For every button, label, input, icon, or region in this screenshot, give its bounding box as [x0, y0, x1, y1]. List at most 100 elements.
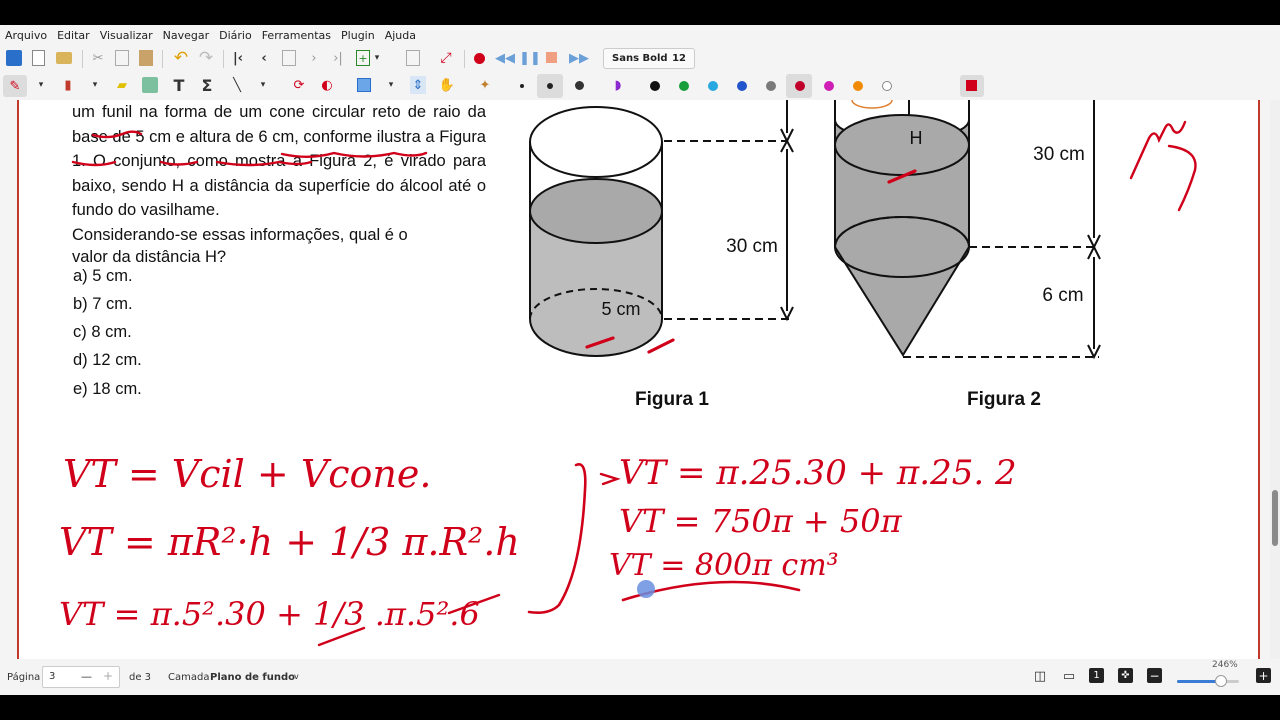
zoom-slider[interactable]: [1177, 675, 1239, 687]
color-swatch-5[interactable]: [795, 81, 805, 91]
decrement-page-icon[interactable]: —: [81, 670, 92, 683]
shape-chevron-icon[interactable]: ▾: [258, 77, 268, 93]
menu-navegar[interactable]: Navegar: [158, 29, 215, 42]
page-number-field[interactable]: 3 — +: [42, 666, 120, 688]
presentation-icon[interactable]: ▭: [1060, 669, 1078, 684]
mark-radius-1: [585, 336, 615, 349]
vertical-scrollbar[interactable]: [1270, 100, 1280, 683]
add-page-icon[interactable]: +: [356, 50, 370, 66]
menu-diario[interactable]: Diário: [214, 29, 257, 42]
color-swatch-0[interactable]: [650, 81, 660, 91]
mark-h: [887, 169, 917, 184]
hw-line5: VT = 750π + 50π: [619, 502, 903, 540]
save-icon[interactable]: [6, 50, 22, 66]
redo-icon[interactable]: ↷: [197, 48, 215, 68]
color-swatch-2[interactable]: [708, 81, 718, 91]
increment-page-icon[interactable]: +: [103, 669, 113, 683]
color-swatch-7[interactable]: [853, 81, 863, 91]
font-size: 12: [672, 53, 686, 64]
menu-ferramentas[interactable]: Ferramentas: [257, 29, 336, 42]
ruler-icon[interactable]: ◐: [318, 76, 336, 94]
previous-page-icon[interactable]: ‹: [256, 49, 272, 67]
dual-page-icon[interactable]: ◫: [1031, 669, 1049, 684]
menu-plugin[interactable]: Plugin: [336, 29, 380, 42]
vertical-space-icon[interactable]: ⇕: [410, 76, 426, 94]
page-count: de 3: [129, 672, 152, 683]
image-icon[interactable]: [142, 77, 158, 93]
line-tool-icon[interactable]: ╲: [228, 76, 246, 94]
zoom-fit-icon[interactable]: ✜: [1118, 668, 1133, 683]
layer-chevron-icon[interactable]: v: [294, 672, 299, 681]
main-toolbar: ✂ ↶ ↷ |‹ ‹ › ›| + ▾ ⤢ ◀◀ ❚❚ ▶▶ Sans Bold…: [0, 46, 1280, 72]
zoom-out-icon[interactable]: −: [1147, 668, 1162, 683]
cut-icon[interactable]: ✂: [90, 49, 106, 67]
select-chevron-icon[interactable]: ▾: [386, 77, 396, 93]
underline-base: [71, 160, 117, 167]
underline-funil: [91, 130, 143, 139]
scrollbar-thumb[interactable]: [1272, 490, 1278, 546]
menu-editar[interactable]: Editar: [52, 29, 95, 42]
font-selector[interactable]: Sans Bold 12: [603, 48, 695, 69]
current-color-swatch: [966, 80, 977, 91]
new-document-icon[interactable]: [32, 50, 45, 66]
layer-value[interactable]: Plano de fundo: [210, 672, 295, 683]
refresh-shape-icon[interactable]: ⟳: [290, 76, 308, 94]
medium-size-button[interactable]: [537, 74, 563, 98]
color-swatch-4[interactable]: [766, 81, 776, 91]
status-bar: Página 3 — + de 3 Camada Plano de fundo …: [0, 659, 1280, 695]
scribble-top-right-2: [1167, 144, 1197, 212]
note-page[interactable]: um funil na forma de um cone circular re…: [17, 100, 1260, 683]
text-tool-icon[interactable]: T: [170, 76, 188, 95]
eraser-icon[interactable]: ▮: [60, 77, 76, 93]
record-icon[interactable]: [474, 53, 485, 64]
hw-line4: VT = π.25.30 + π.25. 2: [619, 453, 1017, 493]
letterbox-bottom: [0, 695, 1280, 720]
page-label: Página: [7, 672, 41, 683]
stop-icon[interactable]: [546, 52, 557, 63]
bracket-curve: [527, 463, 587, 614]
zoom-in-icon[interactable]: +: [1256, 668, 1271, 683]
underline-cone: [280, 151, 428, 158]
pause-icon[interactable]: ❚❚: [519, 49, 541, 67]
next-page-icon[interactable]: ›: [306, 49, 322, 67]
font-name: Sans Bold: [612, 53, 668, 64]
color-swatch-6[interactable]: [824, 81, 834, 91]
hand-icon[interactable]: ✋: [438, 76, 456, 94]
forward-icon[interactable]: ▶▶: [569, 49, 589, 67]
copy-icon[interactable]: [115, 50, 129, 66]
menu-arquivo[interactable]: Arquivo: [0, 29, 52, 42]
fullscreen-icon[interactable]: ⤢: [437, 49, 455, 67]
underline-altura: [215, 160, 313, 167]
current-color-button[interactable]: [960, 75, 984, 97]
paste-icon[interactable]: [139, 50, 153, 66]
zoom-slider-handle[interactable]: [1215, 675, 1227, 687]
pen-options-chevron-icon[interactable]: ▾: [36, 77, 46, 93]
thick-size-icon[interactable]: [575, 81, 584, 90]
last-page-icon[interactable]: ›|: [330, 49, 346, 67]
latex-icon[interactable]: Σ: [198, 76, 216, 95]
chevron-down-icon[interactable]: ▾: [372, 50, 382, 66]
hw-line2: VT = πR²·h + 1/3 π.R².h: [59, 520, 520, 564]
delete-page-icon[interactable]: [406, 50, 420, 66]
highlighter-icon[interactable]: ▰: [114, 77, 130, 93]
undo-icon[interactable]: ↶: [172, 48, 190, 68]
rewind-icon[interactable]: ◀◀: [495, 49, 515, 67]
zoom-100-icon[interactable]: 1: [1089, 668, 1104, 683]
menu-visualizar[interactable]: Visualizar: [95, 29, 158, 42]
menu-ajuda[interactable]: Ajuda: [380, 29, 421, 42]
menu-bar: Arquivo Editar Visualizar Navegar Diário…: [0, 25, 1280, 45]
color-swatch-8[interactable]: [882, 81, 892, 91]
letterbox-top: [0, 0, 1280, 25]
eraser-options-chevron-icon[interactable]: ▾: [90, 77, 100, 93]
color-swatch-3[interactable]: [737, 81, 747, 91]
default-tool-icon[interactable]: ✦: [476, 76, 494, 94]
open-folder-icon[interactable]: [56, 52, 72, 64]
select-rect-icon[interactable]: [357, 78, 371, 92]
color-swatch-1[interactable]: [679, 81, 689, 91]
first-page-icon[interactable]: |‹: [230, 49, 246, 67]
fine-size-icon[interactable]: [520, 84, 524, 88]
goto-page-icon[interactable]: [282, 50, 296, 66]
underline-5cm: [159, 160, 199, 166]
fill-icon[interactable]: ◗: [610, 77, 626, 93]
pen-icon[interactable]: ✎: [3, 75, 27, 97]
